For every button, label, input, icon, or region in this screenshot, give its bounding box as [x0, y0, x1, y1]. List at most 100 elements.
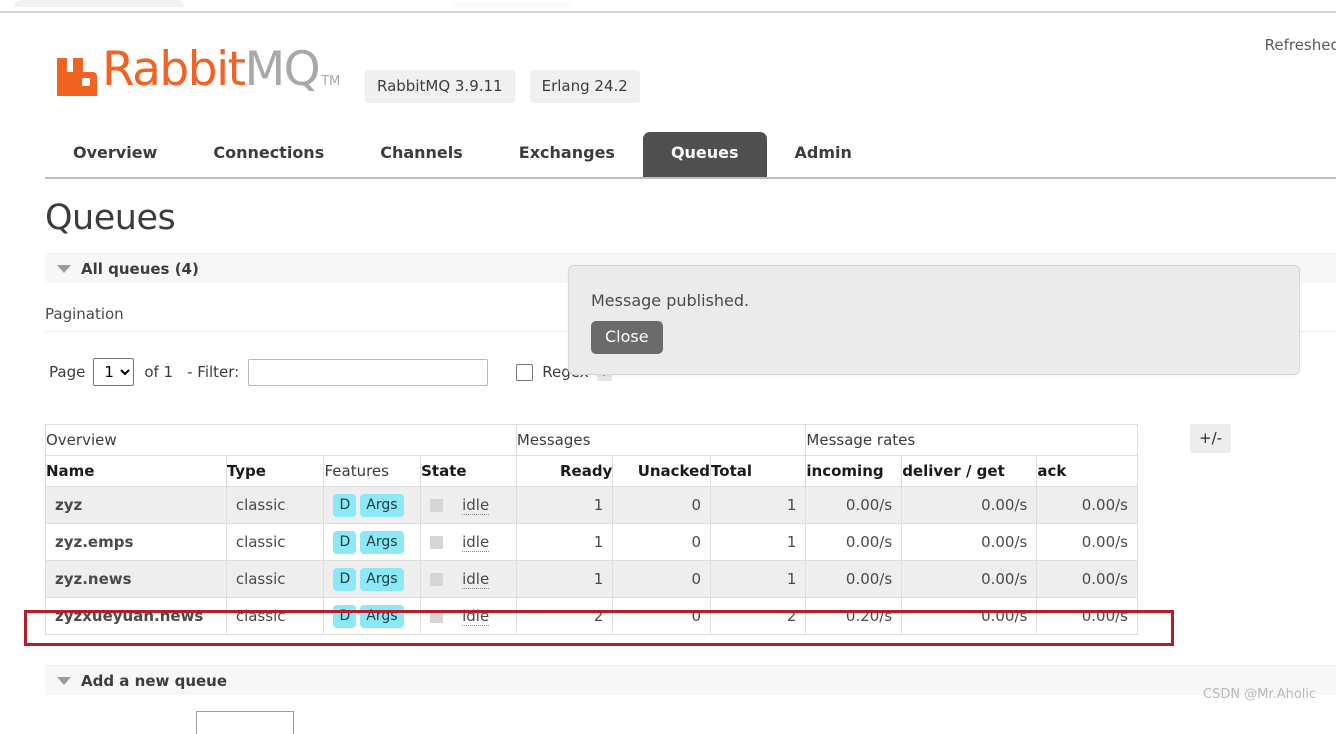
main-navigation: Overview Connections Channels Exchanges … [45, 125, 1336, 179]
feature-badge-durable[interactable]: D [333, 531, 356, 554]
feature-badge-args[interactable]: Args [360, 494, 403, 517]
column-header-deliver-get[interactable]: deliver / get [902, 456, 1037, 487]
logo-rabbit-text: Rabbit [102, 42, 245, 97]
collapse-triangle-icon[interactable] [57, 677, 71, 685]
rate-incoming: 0.00/s [806, 524, 902, 561]
messages-total: 1 [711, 524, 806, 561]
queue-state: idle [421, 598, 517, 635]
table-row[interactable]: zyzxueyuan.news classic DArgs idle 2 [46, 598, 1138, 635]
collapse-triangle-icon[interactable] [57, 265, 71, 273]
add-queue-section-header[interactable]: Add a new queue [45, 665, 1336, 695]
state-label: idle [462, 496, 489, 515]
dialog-close-button[interactable]: Close [591, 321, 663, 354]
queue-state: idle [421, 487, 517, 524]
messages-total: 1 [711, 487, 806, 524]
browser-tab-secondary[interactable] [452, 2, 572, 7]
state-label: idle [462, 570, 489, 589]
queue-name[interactable]: zyz [46, 487, 227, 524]
column-header-type[interactable]: Type [226, 456, 324, 487]
queue-type: classic [226, 524, 324, 561]
version-badges: RabbitMQ 3.9.11 Erlang 24.2 [365, 70, 640, 103]
filter-label: - Filter: [187, 363, 239, 381]
tab-connections[interactable]: Connections [185, 132, 352, 175]
messages-total: 2 [711, 598, 806, 635]
table-row[interactable]: zyz.emps classic DArgs idle 1 0 [46, 524, 1138, 561]
rate-ack: 0.00/s [1037, 487, 1138, 524]
refresh-status: Refreshed [1265, 36, 1336, 54]
group-header-messages: Messages [516, 425, 806, 456]
state-indicator-icon [430, 573, 443, 586]
messages-ready: 1 [516, 561, 612, 598]
filter-input[interactable] [248, 359, 488, 386]
queue-state: idle [421, 524, 517, 561]
columns-toggle-button[interactable]: +/- [1190, 424, 1231, 453]
feature-badge-args[interactable]: Args [360, 568, 403, 591]
column-header-name[interactable]: Name [46, 456, 227, 487]
regex-checkbox[interactable] [516, 364, 533, 381]
tab-exchanges[interactable]: Exchanges [491, 132, 643, 175]
table-column-header-row: Name Type Features State Ready Unacked T… [46, 456, 1138, 487]
table-row[interactable]: zyz.news classic DArgs idle 1 0 [46, 561, 1138, 598]
queue-features: DArgs [324, 524, 421, 561]
column-header-ack[interactable]: ack [1037, 456, 1138, 487]
new-queue-input[interactable] [196, 711, 294, 734]
column-header-features: Features [324, 456, 421, 487]
browser-chrome [0, 0, 1336, 13]
column-header-ready[interactable]: Ready [516, 456, 612, 487]
rate-deliver-get: 0.00/s [902, 598, 1037, 635]
messages-unacked: 0 [613, 561, 711, 598]
tab-channels[interactable]: Channels [352, 132, 491, 175]
state-indicator-icon [430, 499, 443, 512]
page-title: Queues [45, 198, 175, 238]
queue-type: classic [226, 561, 324, 598]
pagination-controls: Page 1 of 1 - Filter: Regex ? [49, 358, 612, 386]
column-header-total[interactable]: Total [711, 456, 806, 487]
page-label: Page [49, 363, 85, 381]
feature-badge-durable[interactable]: D [333, 494, 356, 517]
queue-name[interactable]: zyz.news [46, 561, 227, 598]
rabbitmq-logo[interactable]: RabbitMQTM [55, 48, 340, 104]
tab-queues[interactable]: Queues [643, 132, 767, 177]
rabbitmq-management-page: RabbitMQTM RabbitMQ 3.9.11 Erlang 24.2 R… [0, 13, 1336, 703]
queue-name[interactable]: zyzxueyuan.news [46, 598, 227, 635]
feature-badge-durable[interactable]: D [333, 605, 356, 628]
column-header-state[interactable]: State [421, 456, 517, 487]
state-indicator-icon [430, 536, 443, 549]
logo-wordmark: RabbitMQTM [102, 48, 340, 104]
page-select[interactable]: 1 [93, 358, 134, 386]
message-published-dialog: Message published. Close [568, 265, 1300, 375]
queues-table-container: Overview Messages Message rates Name Typ… [45, 424, 1138, 635]
tab-overview[interactable]: Overview [45, 132, 185, 175]
rate-deliver-get: 0.00/s [902, 487, 1037, 524]
all-queues-label: All queues (4) [81, 260, 199, 278]
feature-badge-durable[interactable]: D [333, 568, 356, 591]
state-label: idle [462, 533, 489, 552]
queue-name[interactable]: zyz.emps [46, 524, 227, 561]
logo-trademark: TM [321, 74, 340, 89]
watermark: CSDN @Mr.Aholic [1203, 687, 1316, 702]
queue-features: DArgs [324, 487, 421, 524]
browser-tab[interactable] [14, 0, 184, 7]
queue-type: classic [226, 487, 324, 524]
rate-incoming: 0.00/s [806, 561, 902, 598]
pagination-heading: Pagination [45, 305, 124, 323]
queue-state: idle [421, 561, 517, 598]
column-header-unacked[interactable]: Unacked [613, 456, 711, 487]
queues-table: Overview Messages Message rates Name Typ… [45, 424, 1138, 635]
rate-incoming: 0.00/s [806, 487, 902, 524]
add-queue-label: Add a new queue [81, 672, 227, 690]
messages-ready: 2 [516, 598, 612, 635]
feature-badge-args[interactable]: Args [360, 531, 403, 554]
table-group-header-row: Overview Messages Message rates [46, 425, 1138, 456]
rabbit-logo-icon [55, 56, 99, 98]
table-row[interactable]: zyz classic DArgs idle 1 0 [46, 487, 1138, 524]
group-header-message-rates: Message rates [806, 425, 1138, 456]
column-header-incoming[interactable]: incoming [806, 456, 902, 487]
tab-admin[interactable]: Admin [767, 132, 880, 175]
queue-features: DArgs [324, 561, 421, 598]
state-indicator-icon [430, 610, 443, 623]
logo-mq-text: MQ [245, 42, 320, 97]
feature-badge-args[interactable]: Args [360, 605, 403, 628]
queue-features: DArgs [324, 598, 421, 635]
queue-type: classic [226, 598, 324, 635]
